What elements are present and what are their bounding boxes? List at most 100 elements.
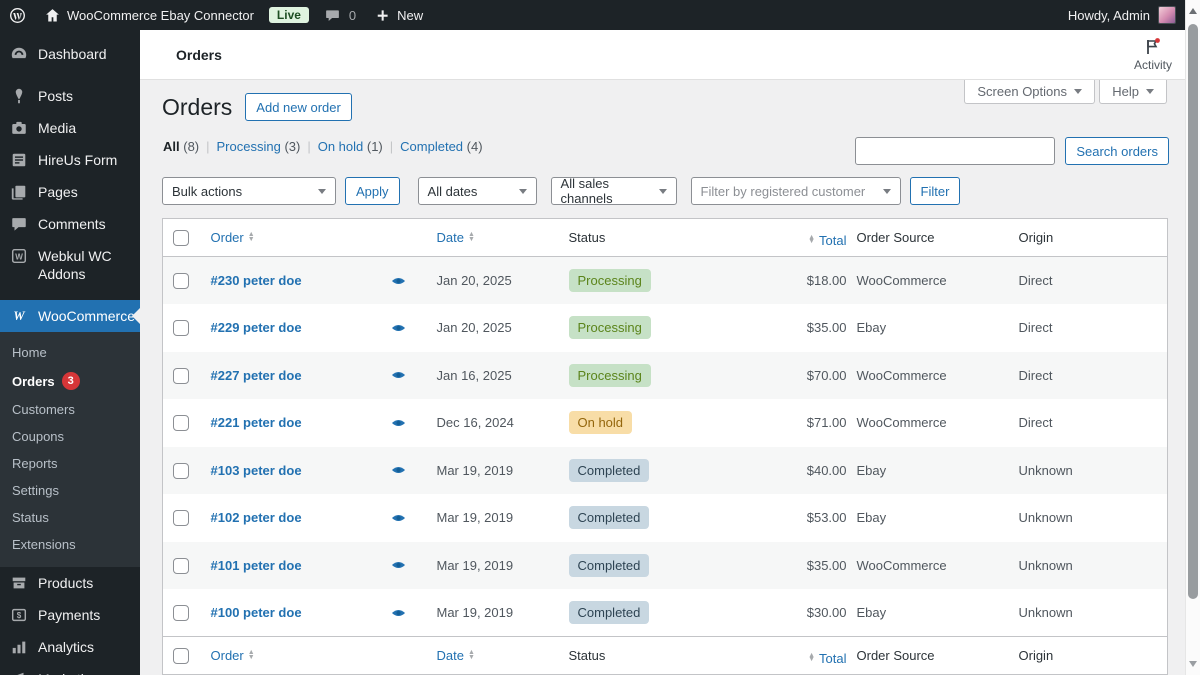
payments-icon: $ xyxy=(10,606,28,624)
new-content-button[interactable]: New xyxy=(365,0,432,30)
filters-toolbar: Bulk actions Apply All dates All sales c… xyxy=(162,176,961,206)
sort-by-total-header[interactable]: ▲ ▼ Total xyxy=(808,651,846,666)
sort-by-date-header[interactable]: Date ▲ ▼ xyxy=(437,648,475,663)
sidebar-item-dashboard[interactable]: Dashboard xyxy=(0,38,140,70)
sort-by-total-header[interactable]: ▲ ▼ Total xyxy=(808,233,846,248)
select-all-checkbox[interactable] xyxy=(173,229,189,246)
site-link[interactable]: WooCommerce Ebay Connector xyxy=(35,0,263,30)
bulk-actions-select[interactable]: Bulk actions xyxy=(162,177,336,205)
customer-filter-select[interactable]: Filter by registered customer xyxy=(690,177,901,205)
sidebar-item-payments[interactable]: $ Payments xyxy=(0,599,140,631)
submenu-item-reports[interactable]: Reports xyxy=(0,450,140,477)
submenu-item-orders[interactable]: Orders 3 xyxy=(0,366,140,396)
order-link[interactable]: #100 peter doe xyxy=(211,605,302,620)
sort-arrows-icon: ▲ ▼ xyxy=(247,231,255,243)
search-orders-button[interactable]: Search orders xyxy=(1065,137,1169,165)
row-checkbox[interactable] xyxy=(173,367,189,384)
howdy-account-menu[interactable]: Howdy, Admin xyxy=(1068,8,1150,23)
sidebar-item-webkul-wc-addons[interactable]: W Webkul WC Addons xyxy=(0,240,140,290)
vertical-scrollbar[interactable] xyxy=(1185,0,1200,675)
sidebar-item-marketing[interactable]: Marketing xyxy=(0,663,140,675)
sidebar-item-media[interactable]: Media xyxy=(0,112,140,144)
preview-eye-icon[interactable] xyxy=(391,323,427,333)
preview-eye-icon[interactable] xyxy=(391,560,427,570)
row-checkbox[interactable] xyxy=(173,462,189,479)
order-origin: Direct xyxy=(1018,415,1053,431)
sidebar-item-comments[interactable]: Comments xyxy=(0,208,140,240)
order-link[interactable]: #227 peter doe xyxy=(211,368,302,383)
add-new-order-button[interactable]: Add new order xyxy=(245,93,352,121)
preview-eye-icon[interactable] xyxy=(391,276,427,286)
help-tab[interactable]: Help xyxy=(1099,80,1167,104)
order-link[interactable]: #221 peter doe xyxy=(211,415,302,430)
view-filter-on-hold[interactable]: On hold (1) xyxy=(318,139,383,154)
submenu-item-home[interactable]: Home xyxy=(0,339,140,366)
select-all-checkbox[interactable] xyxy=(173,647,189,664)
row-checkbox[interactable] xyxy=(173,415,189,432)
status-badge: On hold xyxy=(568,411,633,435)
order-link[interactable]: #229 peter doe xyxy=(211,320,302,335)
table-row: #227 peter doe Jan 16, 2025 Processing $… xyxy=(162,351,1168,399)
scroll-down-arrow-icon[interactable] xyxy=(1189,661,1197,667)
submenu-item-extensions[interactable]: Extensions xyxy=(0,531,140,558)
sidebar-item-hireus-form[interactable]: HireUs Form xyxy=(0,144,140,176)
sort-by-order-header[interactable]: Order ▲ ▼ xyxy=(211,648,255,663)
sidebar-item-label: Webkul WC Addons xyxy=(38,248,112,282)
sales-channels-value: All sales channels xyxy=(560,176,613,206)
submenu-item-coupons[interactable]: Coupons xyxy=(0,423,140,450)
search-orders-input[interactable] xyxy=(855,137,1056,165)
screen-options-tab[interactable]: Screen Options xyxy=(964,80,1095,104)
comments-shortcut[interactable]: 0 xyxy=(315,0,365,30)
sidebar-item-woocommerce[interactable]: W WooCommerce xyxy=(0,300,140,332)
sort-by-order-header[interactable]: Order ▲ ▼ xyxy=(211,230,255,245)
sales-channels-select[interactable]: All sales channels xyxy=(550,176,677,206)
sidebar-item-pages[interactable]: Pages xyxy=(0,176,140,208)
order-link[interactable]: #101 peter doe xyxy=(211,558,302,573)
row-checkbox[interactable] xyxy=(173,320,189,337)
view-filter-all[interactable]: All (8) xyxy=(163,139,199,154)
preview-eye-icon[interactable] xyxy=(391,370,427,380)
status-column-header: Status xyxy=(568,230,606,245)
sidebar-item-analytics[interactable]: Analytics xyxy=(0,631,140,663)
submenu-item-status[interactable]: Status xyxy=(0,504,140,531)
main-content: Orders Activity Screen Options Help Orde… xyxy=(140,30,1200,675)
row-checkbox[interactable] xyxy=(173,510,189,527)
preview-eye-icon[interactable] xyxy=(391,418,427,428)
table-footer-row: Order ▲ ▼ Date ▲ ▼ Status ▲ ▼ Total Order Sour… xyxy=(162,636,1168,675)
filter-button[interactable]: Filter xyxy=(909,177,961,205)
all-dates-select[interactable]: All dates xyxy=(417,177,537,205)
submenu-item-settings[interactable]: Settings xyxy=(0,477,140,504)
view-filter-completed[interactable]: Completed (4) xyxy=(400,139,482,154)
order-date: Mar 19, 2019 xyxy=(436,510,514,526)
order-date: Dec 16, 2024 xyxy=(436,415,514,431)
row-checkbox[interactable] xyxy=(173,272,189,289)
sidebar-item-products[interactable]: Products xyxy=(0,567,140,599)
table-row: #103 peter doe Mar 19, 2019 Completed $4… xyxy=(162,446,1168,494)
wordpress-logo-icon[interactable] xyxy=(0,0,35,30)
source-column-header: Order Source xyxy=(856,230,935,245)
sidebar-item-posts[interactable]: Posts xyxy=(0,80,140,112)
sort-by-date-header[interactable]: Date ▲ ▼ xyxy=(437,230,475,245)
preview-eye-icon[interactable] xyxy=(391,513,427,523)
table-row: #230 peter doe Jan 20, 2025 Processing $… xyxy=(162,256,1168,304)
customer-filter-placeholder: Filter by registered customer xyxy=(700,183,866,199)
sidebar-item-label: Payments xyxy=(38,607,101,623)
scrollbar-thumb[interactable] xyxy=(1188,24,1198,599)
order-total: $35.00 xyxy=(806,320,847,336)
woocommerce-admin-header: Orders Activity xyxy=(140,30,1200,80)
preview-eye-icon[interactable] xyxy=(391,465,427,475)
order-link[interactable]: #102 peter doe xyxy=(211,510,302,525)
status-badge: Completed xyxy=(568,458,650,482)
row-checkbox[interactable] xyxy=(173,604,189,621)
sidebar-item-label: Products xyxy=(38,575,94,591)
order-link[interactable]: #103 peter doe xyxy=(211,463,302,478)
submenu-item-customers[interactable]: Customers xyxy=(0,396,140,423)
scroll-up-arrow-icon[interactable] xyxy=(1189,8,1197,14)
activity-button[interactable]: Activity xyxy=(1134,37,1172,72)
row-checkbox[interactable] xyxy=(173,557,189,574)
view-filter-processing[interactable]: Processing (3) xyxy=(217,139,301,154)
order-link[interactable]: #230 peter doe xyxy=(211,273,302,288)
preview-eye-icon[interactable] xyxy=(391,608,427,618)
user-avatar[interactable] xyxy=(1158,6,1176,24)
apply-button[interactable]: Apply xyxy=(345,177,400,205)
